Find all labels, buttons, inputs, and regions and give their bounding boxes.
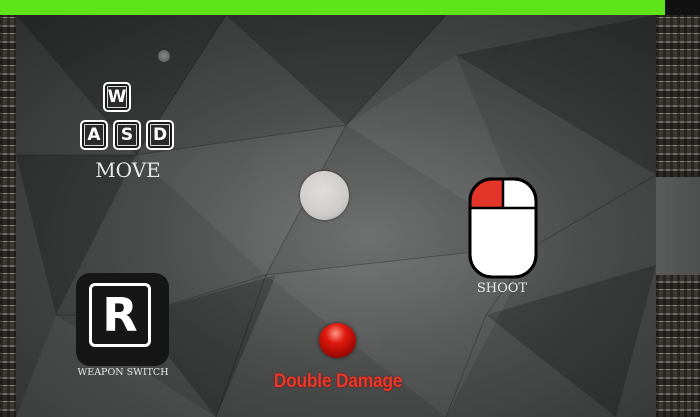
- shoot-label: SHOOT: [476, 281, 528, 296]
- health-bar: [0, 0, 700, 15]
- doorway-opening: [656, 177, 700, 275]
- stone-wall-right-bottom: [656, 275, 700, 417]
- key-w-icon: W: [103, 82, 131, 112]
- key-r-label: R: [89, 283, 151, 347]
- stone-wall-right-top: [656, 15, 700, 177]
- move-label: MOVE: [95, 158, 161, 182]
- key-s-icon: S: [113, 120, 141, 150]
- player-character: [300, 171, 349, 220]
- weapon-switch-label: WEAPON SWITCH: [77, 367, 169, 378]
- weapon-switch-key-icon: R: [76, 273, 169, 366]
- key-a-icon: A: [80, 120, 108, 150]
- stone-wall-left: [0, 15, 16, 417]
- small-orb: [158, 50, 170, 62]
- health-bar-fill: [0, 0, 665, 15]
- double-damage-powerup: [319, 323, 356, 358]
- key-d-icon: D: [146, 120, 174, 150]
- mouse-icon: [468, 177, 538, 279]
- double-damage-label: Double Damage: [273, 371, 403, 392]
